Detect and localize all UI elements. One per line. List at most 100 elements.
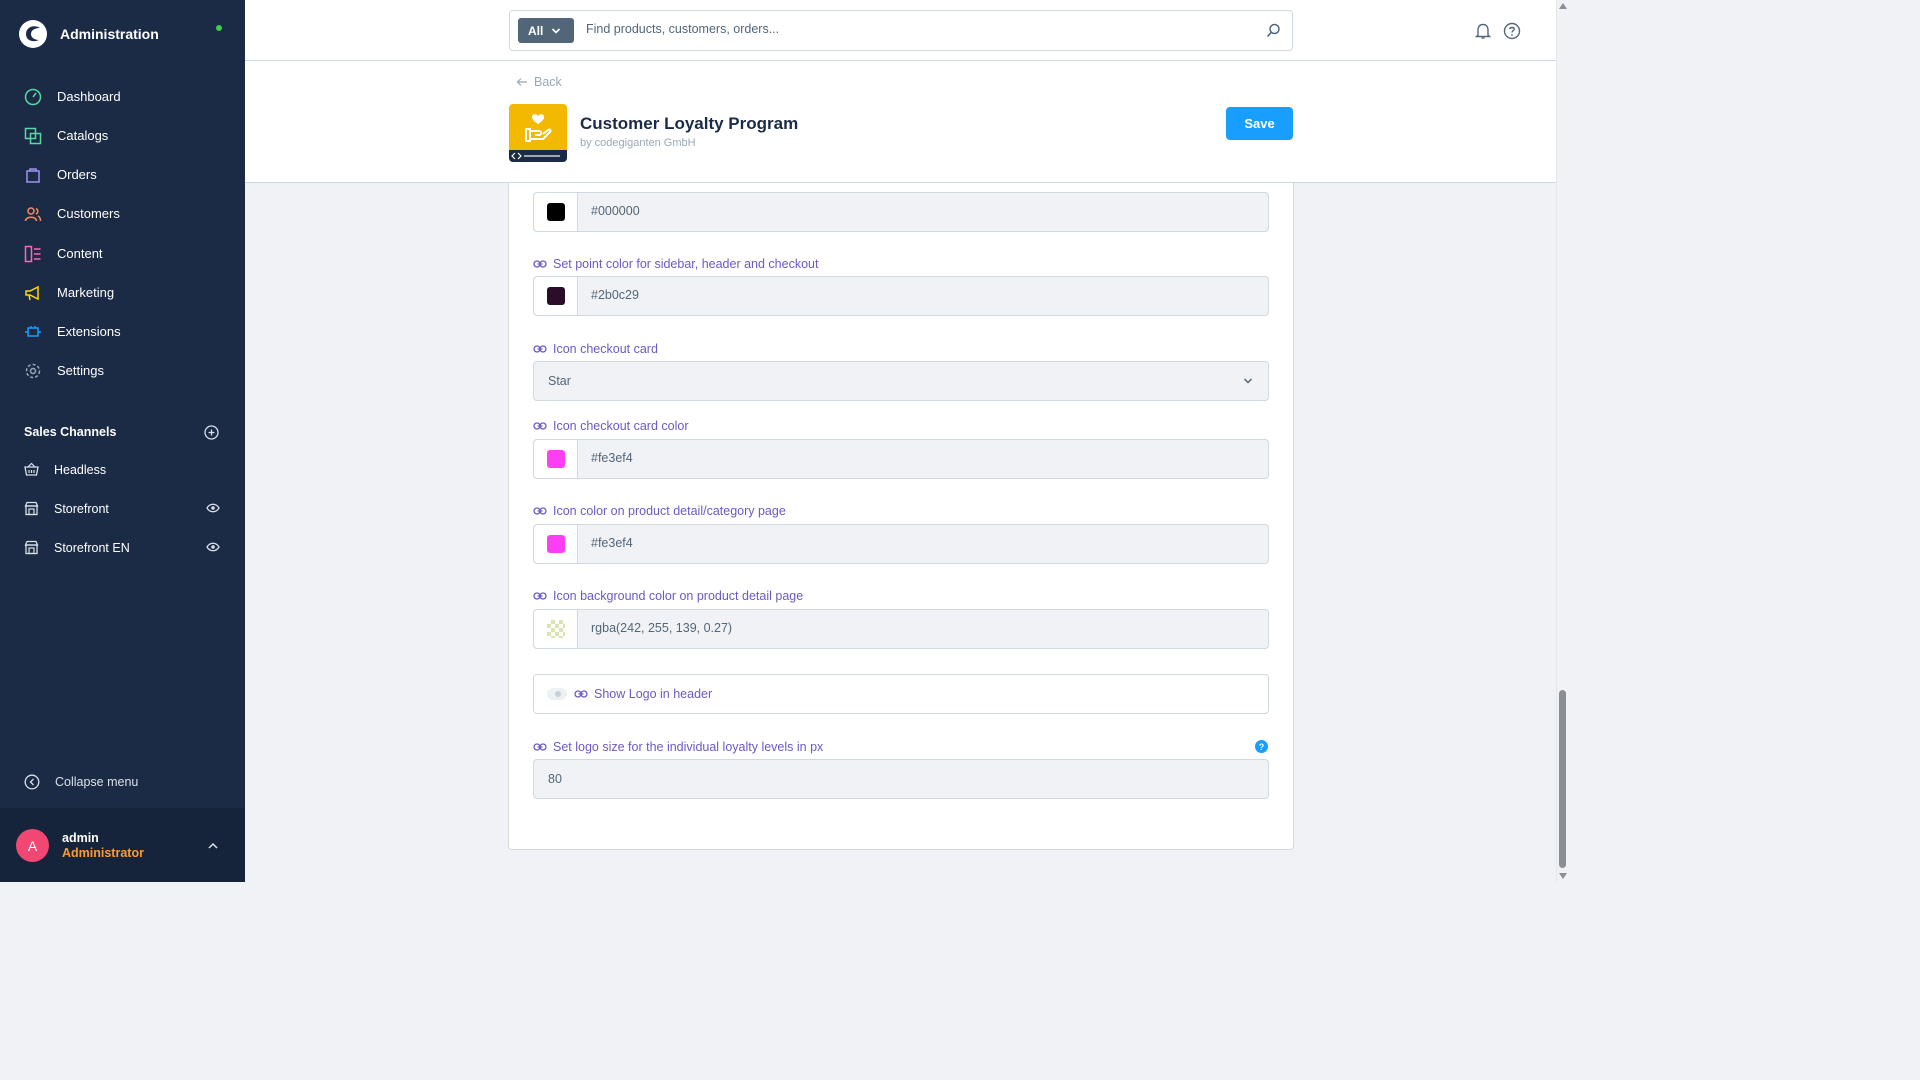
field-label-icon-checkout-card-color: Icon checkout card color — [533, 419, 689, 433]
color-field-icon-checkout-card[interactable]: #fe3ef4 — [533, 439, 1269, 479]
sales-channel-headless[interactable]: Headless — [0, 450, 245, 489]
link-icon — [574, 690, 588, 698]
app-title: Administration — [60, 26, 159, 42]
sidebar: Administration Dashboard Catalogs Orders… — [0, 0, 245, 882]
scroll-up-arrow-icon[interactable] — [1559, 3, 1567, 9]
config-card: #000000 Set point color for sidebar, hea… — [508, 183, 1294, 850]
color-value: #000000 — [591, 204, 640, 218]
color-swatch — [547, 450, 565, 468]
link-icon — [533, 592, 547, 600]
nav-customers[interactable]: Customers — [0, 194, 245, 233]
eye-icon[interactable] — [206, 541, 220, 553]
color-value: rgba(242, 255, 139, 0.27) — [591, 621, 733, 635]
chevron-down-icon — [1243, 378, 1253, 384]
search-scope-label: All — [528, 23, 544, 38]
nav-catalogs[interactable]: Catalogs — [0, 116, 245, 155]
label-text: Show Logo in header — [594, 687, 713, 701]
add-sales-channel-icon[interactable] — [204, 425, 219, 440]
input-value: 80 — [548, 772, 562, 786]
sales-channel-label: Storefront EN — [54, 540, 130, 555]
search-scope-dropdown[interactable]: All — [518, 18, 574, 43]
toggle-knob — [555, 691, 561, 697]
nav-label: Content — [57, 246, 103, 261]
avatar: A — [16, 829, 49, 862]
sales-channel-label: Headless — [54, 462, 107, 477]
dashboard-icon — [24, 88, 42, 106]
scroll-down-arrow-icon[interactable] — [1559, 873, 1567, 879]
scrollbar-thumb[interactable] — [1559, 690, 1566, 868]
eye-icon[interactable] — [206, 502, 220, 514]
global-search: All — [509, 10, 1293, 51]
nav-extensions[interactable]: Extensions — [0, 312, 245, 351]
chevron-up-icon[interactable] — [207, 841, 219, 851]
color-picker-toggle[interactable] — [534, 440, 578, 478]
color-picker-toggle[interactable] — [534, 525, 578, 563]
sales-channels-title: Sales Channels — [24, 425, 117, 439]
icon-checkout-card-select[interactable]: Star — [533, 361, 1269, 401]
arrow-left-icon — [516, 78, 527, 86]
nav-orders[interactable]: Orders — [0, 155, 245, 194]
nav-label: Customers — [57, 206, 120, 221]
nav-dashboard[interactable]: Dashboard — [0, 77, 245, 116]
nav-content[interactable]: Content — [0, 234, 245, 273]
save-button[interactable]: Save — [1226, 107, 1293, 140]
nav-marketing[interactable]: Marketing — [0, 273, 245, 312]
basket-icon — [24, 462, 39, 477]
help-icon[interactable] — [1503, 22, 1521, 40]
back-link[interactable]: Back — [516, 75, 562, 89]
nav-label: Settings — [57, 363, 104, 378]
collapse-menu-button[interactable]: Collapse menu — [0, 762, 245, 801]
logo-size-input[interactable]: 80 — [533, 759, 1269, 799]
shopware-logo-icon — [19, 20, 47, 48]
field-label-icon-checkout-card: Icon checkout card — [533, 342, 658, 356]
user-menu[interactable]: A admin Administrator — [0, 808, 245, 882]
field-label-point-color: Set point color for sidebar, header and … — [533, 257, 818, 271]
link-icon — [533, 345, 547, 353]
sidebar-header: Administration — [18, 16, 159, 52]
orders-icon — [24, 166, 42, 184]
color-value: #fe3ef4 — [591, 536, 633, 550]
color-swatch — [547, 620, 565, 638]
field-label-icon-color-product: Icon color on product detail/category pa… — [533, 504, 786, 518]
nav-label: Marketing — [57, 285, 115, 300]
loyalty-hand-heart-icon — [509, 114, 567, 162]
color-field-text[interactable]: #000000 — [533, 192, 1269, 232]
extensions-icon — [24, 323, 42, 341]
label-text: Icon color on product detail/category pa… — [553, 504, 786, 518]
chevron-down-icon — [552, 27, 561, 34]
page-scrollbar[interactable] — [1556, 0, 1568, 882]
label-text: Set logo size for the individual loyalty… — [553, 740, 824, 754]
sales-channel-storefront[interactable]: Storefront — [0, 489, 245, 528]
nav-settings[interactable]: Settings — [0, 351, 245, 390]
color-value: #2b0c29 — [591, 288, 639, 302]
color-picker-toggle[interactable] — [534, 193, 578, 231]
link-icon — [533, 422, 547, 430]
label-text: Icon background color on product detail … — [553, 589, 804, 603]
color-swatch — [547, 287, 565, 305]
color-field-icon-product[interactable]: #fe3ef4 — [533, 524, 1269, 564]
color-swatch — [547, 203, 565, 221]
color-picker-toggle[interactable] — [534, 277, 578, 315]
color-swatch — [547, 535, 565, 553]
link-icon — [533, 260, 547, 268]
color-picker-toggle[interactable] — [534, 610, 578, 648]
marketing-icon — [24, 284, 42, 302]
show-logo-switch-field: Show Logo in header — [533, 674, 1269, 714]
nav-label: Catalogs — [57, 128, 109, 143]
select-value: Star — [548, 374, 571, 388]
link-icon — [533, 743, 547, 751]
plugin-author: by codegiganten GmbH — [580, 137, 696, 149]
bell-icon[interactable] — [1474, 22, 1492, 40]
field-label-logo-size: Set logo size for the individual loyalty… — [533, 740, 823, 754]
color-field-icon-background[interactable]: rgba(242, 255, 139, 0.27) — [533, 609, 1269, 649]
switch-label[interactable]: Show Logo in header — [574, 687, 712, 701]
help-tooltip-icon[interactable]: ? — [1255, 740, 1268, 753]
user-role: Administrator — [62, 846, 144, 860]
color-field-point-color[interactable]: #2b0c29 — [533, 276, 1269, 316]
sales-channel-storefront-en[interactable]: Storefront EN — [0, 528, 245, 567]
collapse-icon — [24, 774, 40, 789]
search-input[interactable] — [586, 22, 1186, 36]
show-logo-toggle[interactable] — [547, 688, 567, 700]
search-icon[interactable] — [1266, 23, 1281, 38]
topbar: All — [245, 0, 1556, 61]
